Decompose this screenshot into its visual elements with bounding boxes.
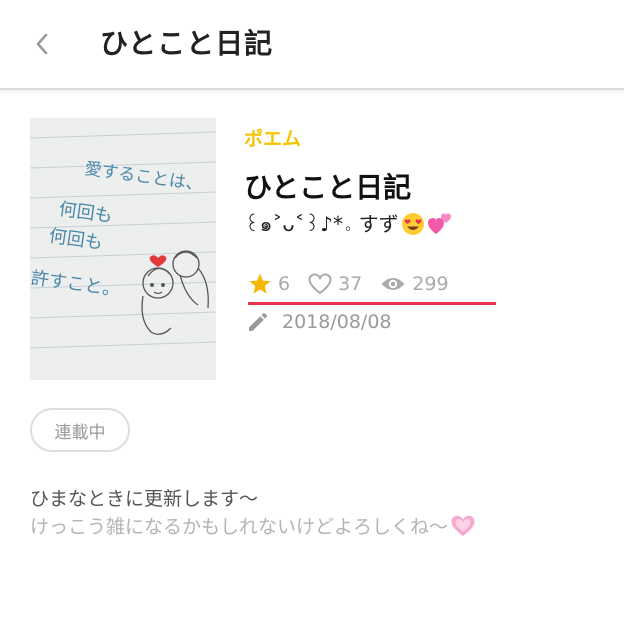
like-count-value: 37 [338, 273, 363, 295]
heart-eyes-emoji-icon [401, 213, 424, 235]
story-stats: 6 37 299 [248, 266, 496, 305]
updated-date: 2018/08/08 [246, 310, 392, 334]
author-name: ꒰๑˃ᴗ˂꒱♪*。すず [244, 212, 399, 236]
updated-date-value: 2018/08/08 [282, 311, 392, 333]
status-badge[interactable]: 連載中 [30, 408, 130, 452]
like-count[interactable]: 37 [308, 273, 362, 295]
star-count-value: 6 [278, 273, 291, 295]
genre-label[interactable]: ポエム [244, 124, 301, 151]
chevron-left-icon [36, 33, 48, 55]
author-line[interactable]: ꒰๑˃ᴗ˂꒱♪*。すず [244, 208, 453, 240]
star-icon [249, 273, 271, 294]
star-count[interactable]: 6 [248, 272, 290, 296]
cover-illustration: 愛することは、 何回も 何回も 許すこと。 [30, 118, 216, 380]
two-hearts-emoji-icon [427, 213, 451, 234]
view-count-value: 299 [412, 273, 449, 295]
page-title: ひとこと日記 [100, 27, 274, 60]
view-count: 299 [380, 273, 449, 295]
eye-icon [381, 278, 405, 290]
app-header: ひとこと日記 [0, 0, 624, 90]
back-button[interactable] [24, 24, 60, 64]
heart-outline-icon [308, 273, 332, 295]
story-title: ひとこと日記 [244, 171, 412, 204]
pencil-icon [249, 312, 268, 331]
description-line-2-text: けっこう雑になるかもしれないけどよろしくね〜 [30, 516, 449, 538]
pink-heart-emoji-icon [451, 515, 475, 536]
description-line-2: けっこう雑になるかもしれないけどよろしくね〜 [30, 512, 476, 539]
story-cover-image[interactable]: 愛することは、 何回も 何回も 許すこと。 [30, 118, 216, 380]
description-line-1: ひまなときに更新します〜 [30, 488, 259, 510]
